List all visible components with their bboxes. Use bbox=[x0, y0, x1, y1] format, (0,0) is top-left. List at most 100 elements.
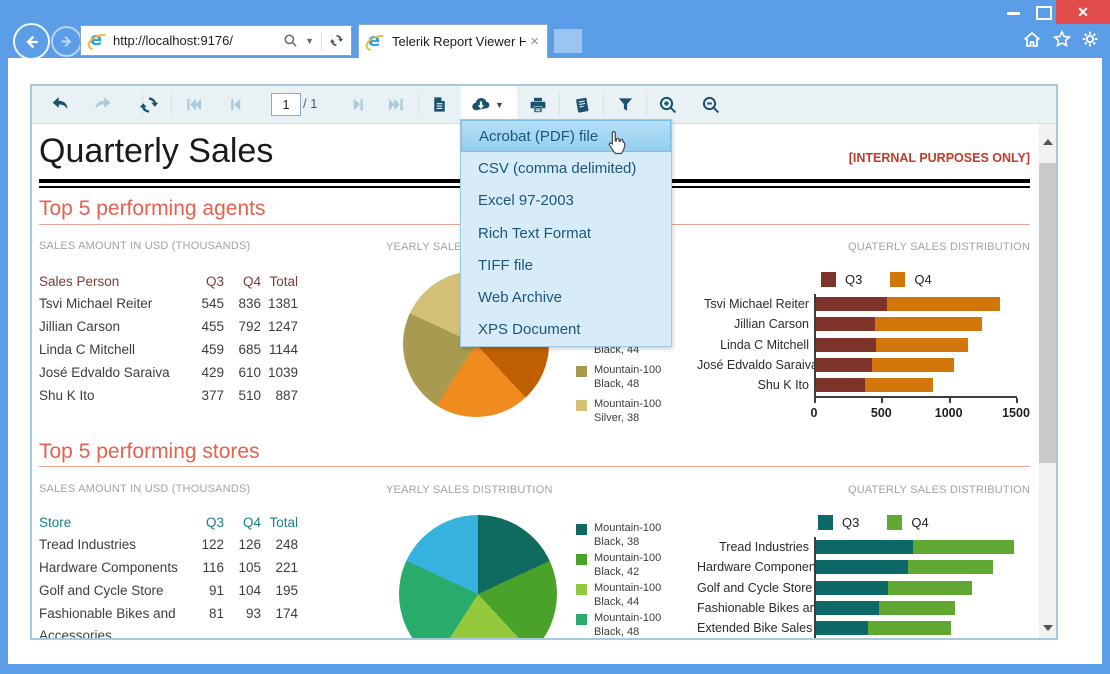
legend-swatch bbox=[576, 584, 587, 595]
agents-bar-chart: Tsvi Michael Reiter Jillian Carson Linda C… bbox=[697, 294, 1037, 420]
settings-gear-icon[interactable] bbox=[1080, 29, 1100, 49]
scroll-down-button[interactable] bbox=[1039, 619, 1056, 636]
legend-swatch bbox=[576, 366, 587, 377]
minimize-button[interactable] bbox=[1007, 12, 1020, 15]
undo-button[interactable] bbox=[42, 86, 78, 123]
legend-swatch bbox=[576, 614, 587, 625]
series-swatch bbox=[890, 272, 906, 287]
export-menu-item-webarchive[interactable]: Web Archive bbox=[461, 281, 671, 313]
legend-item: Mountain-100Black, 42 bbox=[576, 552, 661, 582]
toolbar-divider bbox=[559, 93, 560, 116]
maximize-button[interactable] bbox=[1036, 6, 1052, 20]
address-dropdown-icon[interactable]: ▼ bbox=[305, 36, 314, 46]
internal-notice: [INTERNAL PURPOSES ONLY] bbox=[848, 151, 1030, 165]
export-menu-item-pdf[interactable]: Acrobat (PDF) file bbox=[461, 120, 671, 153]
close-window-button[interactable]: ✕ bbox=[1056, 0, 1110, 24]
stacked-bar bbox=[814, 580, 972, 595]
export-cloud-icon bbox=[472, 97, 490, 110]
chevron-up-icon bbox=[1042, 138, 1053, 145]
table-row: Tsvi Michael Reiter 545 836 1381 bbox=[39, 296, 298, 311]
page-ie-icon: e bbox=[85, 29, 113, 53]
export-menu-item-xps[interactable]: XPS Document bbox=[461, 314, 671, 346]
zoom-out-button[interactable] bbox=[693, 86, 729, 123]
table-header-row: Sales Person Q3 Q4 Total bbox=[39, 274, 298, 289]
search-icon[interactable] bbox=[283, 33, 298, 48]
tab-close-icon[interactable]: × bbox=[530, 33, 539, 50]
bar-row: Linda C Mitchell bbox=[697, 335, 1037, 355]
section-underline bbox=[39, 466, 1030, 467]
legend-item: Mountain-100Black, 38 bbox=[576, 522, 661, 552]
x-axis-line: 0 500 1000 1500 bbox=[811, 395, 1030, 420]
address-bar[interactable]: e http://localhost:9176/ ▼ bbox=[80, 25, 352, 56]
series-label: Q3 bbox=[845, 272, 863, 287]
bar-row: José Edvaldo Saraiva bbox=[697, 355, 1037, 375]
url-text[interactable]: http://localhost:9176/ bbox=[113, 33, 283, 48]
first-page-button[interactable] bbox=[175, 86, 211, 123]
toolbar-divider bbox=[171, 93, 172, 116]
x-tick-label: 1500 bbox=[1002, 405, 1030, 420]
home-icon[interactable] bbox=[1022, 29, 1042, 49]
bar-row: Tsvi Michael Reiter bbox=[697, 294, 1037, 314]
stacked-bar bbox=[814, 540, 1015, 555]
bar-row: Fashionable Bikes and bbox=[697, 598, 1037, 618]
parameters-filter-icon[interactable] bbox=[607, 86, 643, 123]
toolbar-divider bbox=[418, 93, 419, 116]
export-button[interactable]: ▼ bbox=[469, 86, 505, 123]
agents-bar-legend: Q3 Q4 bbox=[821, 272, 960, 287]
export-menu-item-rtf[interactable]: Rich Text Format bbox=[461, 217, 671, 249]
x-tick-label: 1000 bbox=[934, 405, 963, 420]
redo-button[interactable] bbox=[84, 86, 120, 123]
table-caption-agents: SALES AMOUNT IN USD (THOUSANDS) bbox=[39, 240, 251, 252]
section-heading-agents: Top 5 performing agents bbox=[39, 197, 266, 220]
export-menu-item-excel[interactable]: Excel 97-2003 bbox=[461, 185, 671, 217]
series-label: Q4 bbox=[911, 515, 929, 530]
legend-swatch bbox=[576, 554, 587, 565]
last-page-button[interactable] bbox=[378, 86, 414, 123]
previous-page-button[interactable] bbox=[217, 86, 253, 123]
browser-window: ✕ e http://localhost:9176/ ▼ e Telerik R… bbox=[0, 0, 1110, 674]
pie-caption-stores: YEARLY SALES DISTRIBUTION bbox=[386, 484, 553, 496]
stacked-bar bbox=[814, 317, 982, 332]
scrollbar-thumb[interactable] bbox=[1039, 163, 1056, 463]
refresh-page-icon[interactable] bbox=[329, 33, 344, 48]
series-swatch bbox=[821, 272, 836, 287]
document-map-book-icon[interactable] bbox=[564, 86, 600, 123]
export-menu: Acrobat (PDF) file CSV (comma delimited)… bbox=[460, 119, 672, 348]
refresh-report-button[interactable] bbox=[131, 86, 167, 123]
stacked-bar bbox=[814, 601, 955, 616]
toolbar-divider bbox=[603, 93, 604, 116]
hand-cursor-icon bbox=[608, 131, 626, 155]
divider bbox=[321, 31, 322, 50]
favorites-star-icon[interactable] bbox=[1052, 29, 1072, 49]
legend-swatch bbox=[576, 524, 587, 535]
vertical-scrollbar[interactable] bbox=[1039, 124, 1056, 638]
new-tab-button[interactable] bbox=[554, 29, 582, 53]
bar-row: Golf and Cycle Store bbox=[697, 578, 1037, 598]
print-button[interactable] bbox=[520, 86, 556, 123]
table-row: Jillian Carson 455 792 1247 bbox=[39, 319, 298, 334]
scroll-up-button[interactable] bbox=[1039, 133, 1056, 150]
legend-swatch bbox=[576, 400, 587, 411]
export-menu-item-csv[interactable]: CSV (comma delimited) bbox=[461, 152, 671, 184]
bar-row: Tread Industries bbox=[697, 537, 1037, 557]
zoom-in-button[interactable] bbox=[650, 86, 686, 123]
forward-button[interactable] bbox=[51, 26, 82, 57]
stores-bar-legend: Q3 Q4 bbox=[818, 515, 957, 530]
browser-tab[interactable]: e Telerik Report Viewer HTM... × bbox=[358, 24, 548, 58]
stacked-bar bbox=[814, 560, 993, 575]
chevron-down-icon bbox=[1042, 624, 1053, 631]
back-button[interactable] bbox=[13, 23, 50, 60]
stores-pie-legend: Mountain-100 Black, 38 Mountain-100 Black, … bbox=[576, 522, 661, 638]
legend-item: Mountain-100 Black, 48 bbox=[576, 364, 661, 398]
table-row: Fashionable Bikes and Accessories 81 93 174 bbox=[39, 606, 298, 638]
stacked-bar bbox=[814, 358, 954, 373]
series-swatch bbox=[887, 515, 903, 530]
page-number-input[interactable] bbox=[271, 93, 301, 116]
tab-title: Telerik Report Viewer HTM... bbox=[392, 34, 527, 49]
y-axis-line bbox=[814, 537, 816, 638]
next-page-button[interactable] bbox=[340, 86, 376, 123]
print-preview-icon[interactable] bbox=[421, 86, 457, 123]
bar-row: Hardware Components bbox=[697, 557, 1037, 577]
export-menu-item-tiff[interactable]: TIFF file bbox=[461, 249, 671, 281]
legend-item: Mountain-100Black, 44 bbox=[576, 582, 661, 612]
